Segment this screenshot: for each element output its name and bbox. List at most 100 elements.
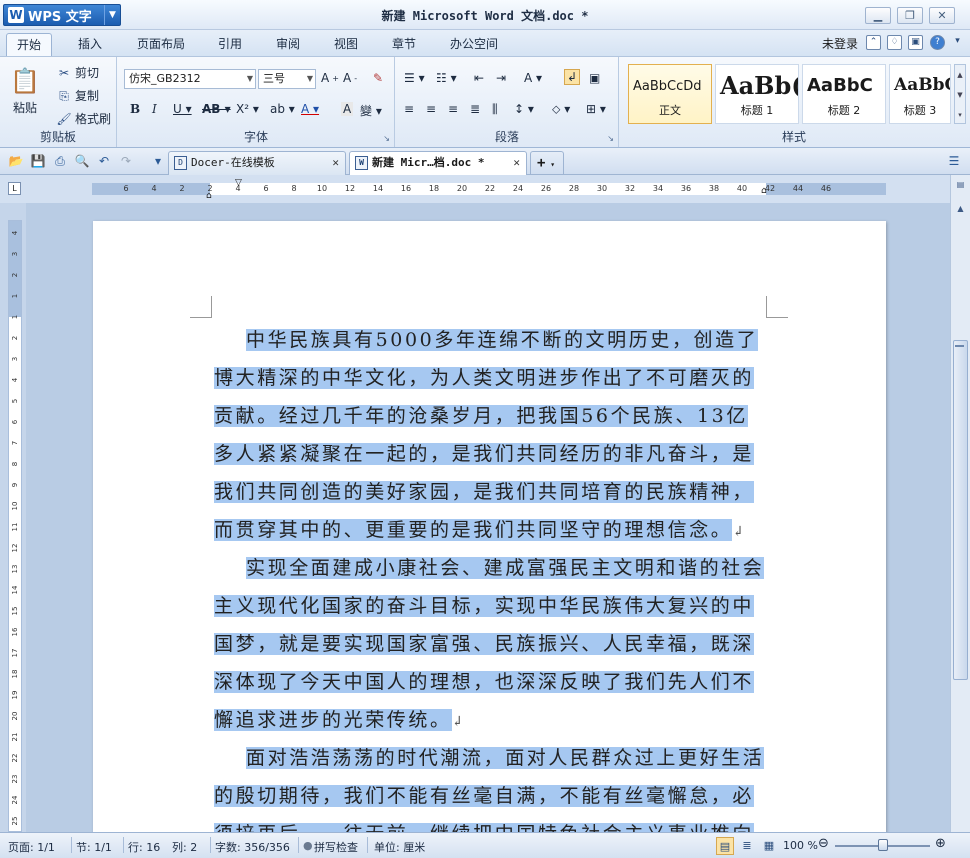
bold-icon[interactable]: B	[130, 102, 140, 116]
redo-icon[interactable]: ↷	[118, 153, 134, 169]
grow-font-icon[interactable]: A +	[321, 71, 339, 85]
vertical-scrollbar[interactable]: ▤ ▲	[950, 175, 970, 832]
feedback-icon[interactable]: ▣	[908, 35, 923, 50]
ruler-toggle-icon[interactable]: ▤	[953, 177, 968, 192]
style-normal[interactable]: AaBbCcDd 正文	[628, 64, 712, 124]
align-right-icon[interactable]: ≡	[448, 102, 458, 116]
open-icon[interactable]: 📂	[8, 153, 24, 169]
clear-format-icon[interactable]: ✎	[373, 71, 383, 85]
skin-icon[interactable]: ♢	[887, 35, 902, 50]
tab-chapter[interactable]: 章节	[382, 33, 426, 56]
tab-home[interactable]: 开始	[6, 33, 53, 56]
style-heading-2[interactable]: AaBbC 标题 2	[802, 64, 886, 124]
tab-insert[interactable]: 插入	[68, 33, 112, 56]
increase-indent-icon[interactable]: ⇥	[496, 71, 506, 85]
format-painter-button[interactable]: 🖌 格式刷	[56, 110, 111, 127]
login-status[interactable]: 未登录	[822, 35, 858, 52]
tab-current-document[interactable]: W 新建 Micr…档.doc * ✕	[349, 151, 527, 175]
save-icon[interactable]: 💾	[30, 153, 46, 169]
font-name-select[interactable]: 仿宋_GB2312 ▼	[124, 69, 256, 89]
left-indent-marker-icon[interactable]: ⌂	[206, 191, 212, 201]
align-center-icon[interactable]: ≡	[426, 102, 436, 116]
status-unit[interactable]: 单位: 厘米	[374, 839, 425, 855]
status-spell-check[interactable]: 拼写检查	[314, 839, 358, 855]
document-canvas[interactable]: 中华民族具有5000多年连绵不断的文明历史，创造了博大精深的中华文化，为人类文明…	[26, 203, 950, 832]
print-preview-icon[interactable]: 🔍	[74, 153, 90, 169]
close-button[interactable]: ✕	[929, 7, 955, 24]
paragraph[interactable]: 实现全面建成小康社会、建成富强民主文明和谐的社会主义现代化国家的奋斗目标，实现中…	[214, 549, 766, 741]
right-indent-marker-icon[interactable]: ⌂	[761, 186, 767, 196]
styles-scroll[interactable]: ▲ ▼ ▾	[954, 64, 966, 124]
close-icon[interactable]: ✕	[513, 152, 520, 174]
align-left-icon[interactable]: ≡	[404, 102, 414, 116]
italic-icon[interactable]: I	[152, 102, 157, 116]
font-color-icon[interactable]: A ▾	[301, 102, 319, 116]
decrease-indent-icon[interactable]: ⇤	[474, 71, 484, 85]
shading-icon[interactable]: ⬦ ▾	[552, 102, 570, 117]
pinyin-icon[interactable]: ab ▾	[270, 102, 295, 116]
scroll-up-icon[interactable]: ▲	[953, 201, 968, 216]
collapse-ribbon-icon[interactable]: ⌃	[866, 35, 881, 50]
selected-text[interactable]: 面对浩浩荡荡的时代潮流，面对人民群众过上更好生活的殷切期待，我们不能有丝毫自满，…	[214, 747, 765, 832]
text-direction-icon[interactable]: A ▾	[524, 71, 542, 85]
first-line-indent-marker-icon[interactable]: ▽	[235, 178, 242, 188]
shrink-font-icon[interactable]: A-	[343, 71, 357, 85]
show-marks-icon[interactable]: ↲	[564, 69, 581, 85]
customize-toolbar-icon[interactable]: ▾	[150, 153, 166, 169]
underline-icon[interactable]: U ▾	[173, 102, 192, 116]
style-heading-1[interactable]: AaBb( 标题 1	[715, 64, 799, 124]
horizontal-ruler[interactable]: L 6 4 2 2 4 6 8 10 12 14 16 18 20 22 24 26 28 30 32 34 36 38 4…	[0, 175, 970, 203]
help-chevron-icon[interactable]: ▾	[950, 35, 965, 50]
page-view-icon[interactable]: ▤	[716, 837, 734, 855]
strikethrough-icon[interactable]: AB ▾	[202, 102, 231, 116]
borders-icon[interactable]: ⊞ ▾	[586, 102, 606, 116]
outline-view-icon[interactable]: ≣	[738, 837, 756, 855]
cut-button[interactable]: ✂ 剪切	[56, 64, 99, 81]
copy-button[interactable]: ⎘ 复制	[56, 87, 99, 104]
tab-list-icon[interactable]: ☰	[946, 153, 962, 169]
zoom-out-icon[interactable]: ⊖	[818, 836, 829, 851]
line-spacing-icon[interactable]: ↕ ▾	[514, 102, 534, 116]
font-dialog-launcher-icon[interactable]: ↘	[383, 134, 390, 143]
selected-text[interactable]: 实现全面建成小康社会、建成富强民主文明和谐的社会主义现代化国家的奋斗目标，实现中…	[214, 557, 765, 731]
selected-text[interactable]: 中华民族具有5000多年连绵不断的文明历史，创造了博大精深的中华文化，为人类文明…	[214, 329, 759, 541]
paragraph[interactable]: 面对浩浩荡荡的时代潮流，面对人民群众过上更好生活的殷切期待，我们不能有丝毫自满，…	[214, 739, 766, 832]
bullet-list-icon[interactable]: ☰ ▾	[404, 71, 425, 85]
minimize-button[interactable]: ▁	[865, 7, 891, 24]
zoom-level[interactable]: 100 %	[783, 839, 818, 852]
paragraph[interactable]: 中华民族具有5000多年连绵不断的文明历史，创造了博大精深的中华文化，为人类文明…	[214, 321, 766, 551]
justify-icon[interactable]: ≣	[470, 102, 480, 116]
print-icon[interactable]: ⎙	[52, 153, 68, 169]
font-size-select[interactable]: 三号 ▼	[258, 69, 316, 89]
tab-page-layout[interactable]: 页面布局	[127, 33, 195, 56]
style-heading-3[interactable]: AaBbC 标题 3	[889, 64, 951, 124]
paste-icon: 📋	[10, 67, 40, 95]
tab-stop-selector[interactable]: L	[8, 182, 21, 195]
numbered-list-icon[interactable]: ☷ ▾	[436, 71, 457, 85]
show-grid-icon[interactable]: ▣	[589, 71, 600, 85]
new-tab-button[interactable]: + ▾	[530, 151, 564, 175]
web-view-icon[interactable]: ▦	[760, 837, 778, 855]
superscript-icon[interactable]: X² ▾	[236, 102, 259, 116]
zoom-slider-thumb[interactable]	[878, 839, 888, 851]
vertical-ruler[interactable]: 4 3 2 1 1 2 3 4 5 6 7 8 9 10 11 12 13 14 15 16 17 18 19 20 21 22 2…	[8, 220, 22, 832]
paste-button[interactable]: 📋 粘贴	[10, 65, 40, 116]
help-icon[interactable]: ?	[930, 35, 945, 50]
close-icon[interactable]: ✕	[332, 152, 339, 174]
tab-review[interactable]: 审阅	[266, 33, 310, 56]
tab-docer[interactable]: D Docer-在线模板 ✕	[168, 151, 346, 175]
distribute-icon[interactable]: ⫼	[492, 102, 498, 117]
restore-button[interactable]: ❐	[897, 7, 923, 24]
undo-icon[interactable]: ↶	[96, 153, 112, 169]
paragraph-dialog-launcher-icon[interactable]: ↘	[607, 134, 614, 143]
tab-references[interactable]: 引用	[208, 33, 252, 56]
tab-office-space[interactable]: 办公空间	[440, 33, 508, 56]
font-group: 仿宋_GB2312 ▼ 三号 ▼ A + A- ✎ B I U ▾ AB ▾ X²…	[118, 57, 395, 147]
document-page[interactable]: 中华民族具有5000多年连绵不断的文明历史，创造了博大精深的中华文化，为人类文明…	[93, 221, 886, 832]
status-word-count[interactable]: 字数: 356/356	[215, 839, 290, 855]
scroll-thumb[interactable]	[953, 340, 968, 680]
phonetic-icon[interactable]: 變 ▾	[360, 102, 382, 119]
char-shading-icon[interactable]: A	[341, 102, 354, 116]
tab-view[interactable]: 视图	[324, 33, 368, 56]
zoom-in-icon[interactable]: ⊕	[935, 836, 946, 851]
